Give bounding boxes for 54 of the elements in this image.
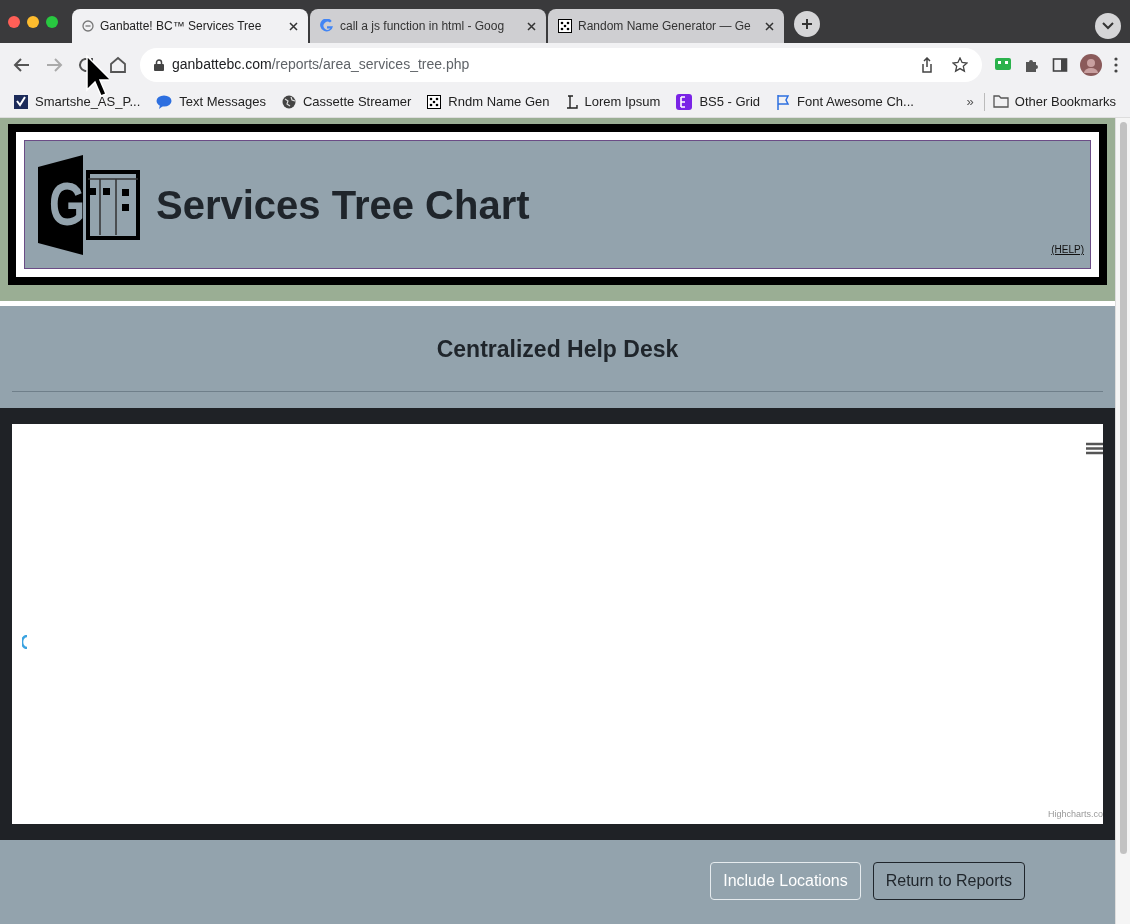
- logo: G: [38, 154, 140, 255]
- tab-title: Random Name Generator — Ge: [578, 18, 752, 35]
- bookmark-item[interactable]: Smartshe_AS_P...: [14, 91, 141, 112]
- home-icon[interactable]: [108, 54, 128, 75]
- minimize-window-button[interactable]: [27, 15, 39, 28]
- help-link[interactable]: (HELP): [1051, 242, 1084, 257]
- page-icon: [82, 20, 94, 32]
- browser-tab[interactable]: Random Name Generator — Ge: [548, 9, 784, 43]
- chart-menu-icon[interactable]: [1086, 442, 1103, 455]
- lock-icon: [154, 58, 164, 71]
- tab-title: call a js function in html - Goog: [340, 18, 506, 35]
- dice-icon: [558, 19, 572, 33]
- close-tab-icon[interactable]: [527, 21, 536, 31]
- folder-icon: [992, 95, 1009, 108]
- new-tab-button[interactable]: [794, 11, 820, 37]
- section-title: Centralized Help Desk: [436, 335, 679, 365]
- google-icon: [320, 19, 334, 33]
- star-icon[interactable]: [952, 56, 968, 73]
- plus-icon: [801, 18, 813, 30]
- more-bookmarks-button[interactable]: »: [966, 91, 974, 112]
- bookmark-item[interactable]: Lorem Ipsum: [565, 91, 661, 112]
- address-bar[interactable]: ganbattebc.com/reports/area_services_tree.php: [140, 47, 982, 82]
- speech-bubble-icon: [156, 94, 173, 109]
- flag-icon: [776, 93, 791, 110]
- page-title: Services Tree Chart: [156, 181, 530, 229]
- bookmark-item[interactable]: Font Awesome Ch...: [776, 91, 914, 112]
- browser-tab[interactable]: call a js function in html - Goog: [310, 9, 546, 43]
- rounded-square-logo-icon: [676, 93, 693, 110]
- bookmark-item[interactable]: Cassette Streamer: [281, 91, 412, 112]
- profile-avatar[interactable]: [1080, 53, 1102, 76]
- close-tab-icon[interactable]: [765, 21, 774, 31]
- zoom-window-button[interactable]: [46, 15, 58, 28]
- action-button[interactable]: Return to Reports: [872, 861, 1025, 900]
- side-panel-icon[interactable]: [1052, 56, 1068, 73]
- close-tab-icon[interactable]: [289, 21, 298, 31]
- close-window-button[interactable]: [8, 15, 20, 28]
- bookmark-item[interactable]: Rndm Name Gen: [427, 91, 550, 112]
- extension-icon[interactable]: [994, 56, 1012, 73]
- browser-tab[interactable]: Ganbatte! BC™ Services Tree: [72, 9, 308, 43]
- share-icon[interactable]: [920, 56, 934, 73]
- menu-icon[interactable]: [1114, 56, 1118, 73]
- dice-icon: [427, 94, 442, 109]
- serif-l-icon: [565, 94, 578, 109]
- loading-spinner-icon: [22, 635, 28, 649]
- bookmark-item[interactable]: BS5 - Grid: [676, 91, 761, 112]
- checkmark-logo-icon: [14, 94, 28, 109]
- tab-search-button[interactable]: [1095, 13, 1121, 39]
- bookmark-item[interactable]: Text Messages: [156, 91, 266, 112]
- scrollbar-thumb[interactable]: [1119, 122, 1127, 854]
- globe-icon: [281, 94, 296, 109]
- url-text: ganbattebc.com/reports/area_services_tree.php: [172, 55, 471, 74]
- bookmark-item[interactable]: Other Bookmarks: [1014, 91, 1116, 112]
- chevron-down-icon: [1102, 22, 1114, 30]
- tab-title: Ganbatte! BC™ Services Tree: [100, 18, 263, 35]
